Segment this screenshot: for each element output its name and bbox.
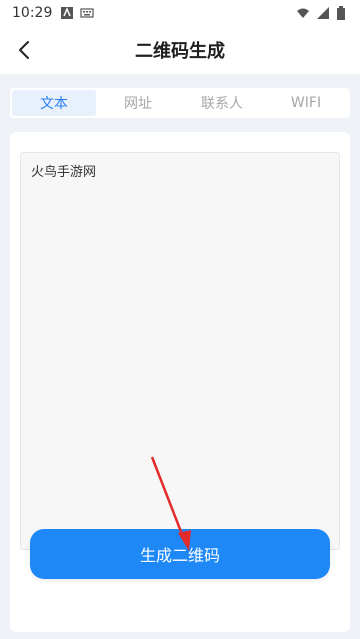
status-system-icons xyxy=(296,6,350,20)
wifi-icon xyxy=(296,6,310,20)
content-type-tabs: 文本 网址 联系人 WIFI xyxy=(10,88,350,118)
tab-text[interactable]: 文本 xyxy=(12,90,96,116)
tab-contact[interactable]: 联系人 xyxy=(180,90,264,116)
generate-qr-button[interactable]: 生成二维码 xyxy=(30,529,330,579)
keyboard-icon xyxy=(80,6,94,20)
a-notification-icon xyxy=(60,6,74,20)
tab-url[interactable]: 网址 xyxy=(96,90,180,116)
app-header: 二维码生成 xyxy=(0,26,360,74)
status-notifications xyxy=(60,6,94,20)
back-button[interactable] xyxy=(10,38,38,62)
status-time: 10:29 xyxy=(12,5,53,21)
status-bar: 10:29 xyxy=(0,0,360,26)
back-arrow-icon xyxy=(19,41,29,59)
text-input[interactable]: 火鸟手游网 xyxy=(20,152,340,550)
page-title: 二维码生成 xyxy=(135,41,225,62)
battery-icon xyxy=(336,6,350,20)
signal-icon xyxy=(316,6,330,20)
tab-wifi[interactable]: WIFI xyxy=(264,90,348,116)
